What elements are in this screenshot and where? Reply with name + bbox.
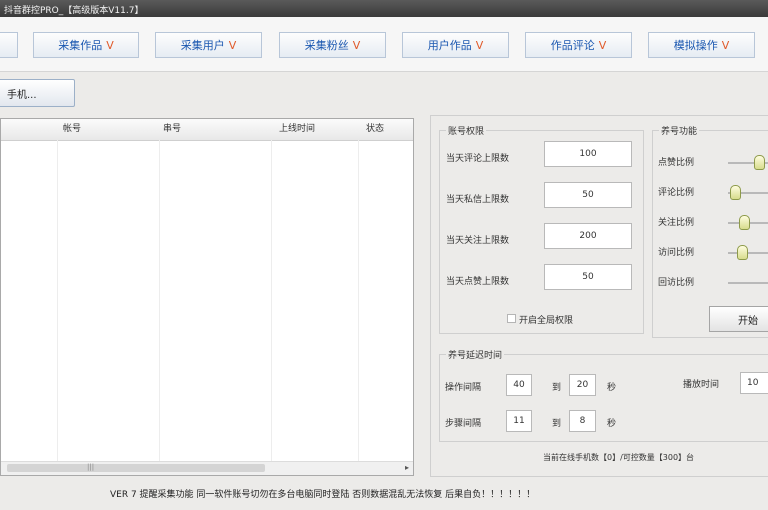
chevron-down-icon: V (598, 38, 607, 52)
scroll-right-arrow-icon[interactable]: ▸ (405, 463, 409, 472)
chevron-down-icon: V (721, 38, 730, 52)
follow-limit-input[interactable]: 200 (544, 223, 632, 249)
menu-simulate[interactable]: 模拟操作 V (648, 32, 755, 58)
column-header-serial[interactable]: 串号 (163, 119, 181, 140)
global-permission-checkbox[interactable] (507, 314, 516, 323)
comment-ratio-slider-thumb[interactable] (730, 185, 741, 200)
device-table: 帐号 串号 上线时间 状态 ||| ▸ (0, 118, 414, 476)
menu-collect-fans[interactable]: 采集粉丝 V (279, 32, 386, 58)
horizontal-scrollbar[interactable]: ||| ▸ (1, 461, 413, 475)
revisit-ratio-slider-track[interactable] (728, 282, 768, 284)
column-divider (358, 140, 359, 463)
menu-label: 作品评论 (550, 39, 595, 52)
group-title: 账号权限 (446, 124, 487, 137)
menu-collect-users[interactable]: 采集用户 V (155, 32, 262, 58)
checkbox-label: 开启全局权限 (519, 316, 574, 326)
step-interval-to-input[interactable]: 8 (569, 410, 596, 432)
chevron-down-icon: V (228, 38, 237, 52)
like-ratio-slider-thumb[interactable] (754, 155, 765, 170)
window-title: 抖音群控PRO_【高级版本V11.7】 (4, 6, 144, 16)
timing-group: 养号延迟时间 操作间隔 40 到 20 秒 步骤间隔 11 到 8 秒 播放时间… (439, 348, 768, 442)
range-to-label: 到 (552, 419, 562, 429)
limit-label: 当天私信上限数 (446, 195, 510, 205)
chevron-down-icon: V (106, 38, 114, 52)
toolbar-menu-first[interactable]: V (0, 32, 18, 58)
settings-panel: 账号权限 当天评论上限数 100 当天私信上限数 50 当天关注上限数 200 … (430, 115, 768, 477)
account-limits-group: 账号权限 当天评论上限数 100 当天私信上限数 50 当天关注上限数 200 … (439, 124, 644, 334)
column-divider (271, 140, 272, 463)
phone-button[interactable]: 手机... (0, 79, 75, 107)
unit-label: 秒 (607, 419, 617, 429)
range-to-label: 到 (552, 383, 562, 393)
slider-label: 访问比例 (658, 248, 695, 258)
comment-limit-input[interactable]: 100 (544, 141, 632, 167)
menu-label: 用户作品 (427, 39, 472, 52)
operation-interval-to-input[interactable]: 20 (569, 374, 596, 396)
group-title: 养号功能 (659, 124, 700, 137)
limit-label: 当天点赞上限数 (446, 277, 510, 287)
menu-label: 采集作品 (58, 39, 103, 52)
like-limit-input[interactable]: 50 (544, 264, 632, 290)
visit-ratio-slider-track[interactable] (728, 252, 768, 254)
group-title: 养号延迟时间 (446, 348, 505, 361)
timing-label: 步骤间隔 (445, 419, 482, 429)
follow-ratio-slider-thumb[interactable] (739, 215, 750, 230)
column-header-status[interactable]: 状态 (366, 119, 384, 140)
column-divider (57, 140, 58, 463)
play-time-label: 播放时间 (683, 380, 720, 390)
visit-ratio-slider-thumb[interactable] (737, 245, 748, 260)
status-text: 当前在线手机数【0】/可控数量【300】台 (543, 453, 695, 462)
table-header: 帐号 串号 上线时间 状态 (1, 119, 413, 141)
limit-label: 当天关注上限数 (446, 236, 510, 246)
menu-label: 采集用户 (180, 39, 225, 52)
timing-label: 操作间隔 (445, 383, 482, 393)
slider-label: 关注比例 (658, 218, 695, 228)
play-time-input[interactable]: 10 (740, 372, 768, 394)
scrollbar-grip-icon: ||| (87, 463, 95, 471)
menu-user-works[interactable]: 用户作品 V (402, 32, 509, 58)
slider-label: 评论比例 (658, 188, 695, 198)
start-button[interactable]: 开始 (709, 306, 768, 332)
chevron-down-icon: V (475, 38, 484, 52)
limit-label: 当天评论上限数 (446, 154, 510, 164)
slider-label: 点赞比例 (658, 158, 695, 168)
operation-interval-from-input[interactable]: 40 (506, 374, 532, 396)
column-header-account[interactable]: 帐号 (63, 119, 81, 140)
footer-note: VER 7 提醒采集功能 同一软件账号切勿在多台电脑同时登陆 否则数据混乱无法恢… (110, 490, 536, 500)
slider-label: 回访比例 (658, 278, 695, 288)
menu-label: 采集粉丝 (304, 39, 349, 52)
menu-label: 模拟操作 (673, 39, 718, 52)
unit-label: 秒 (607, 383, 617, 393)
chevron-down-icon: V (352, 38, 361, 52)
scrollbar-thumb[interactable] (7, 464, 265, 472)
menu-collect-works[interactable]: 采集作品 V (33, 32, 139, 58)
message-limit-input[interactable]: 50 (544, 182, 632, 208)
step-interval-from-input[interactable]: 11 (506, 410, 532, 432)
title-bar: 抖音群控PRO_【高级版本V11.7】 (0, 0, 768, 17)
column-header-online-time[interactable]: 上线时间 (279, 119, 315, 140)
top-toolbar: V 采集作品 V 采集用户 V 采集粉丝 V 用户作品 V 作品评论 V 模拟操… (0, 17, 768, 72)
column-divider (159, 140, 160, 463)
menu-work-comments[interactable]: 作品评论 V (525, 32, 632, 58)
